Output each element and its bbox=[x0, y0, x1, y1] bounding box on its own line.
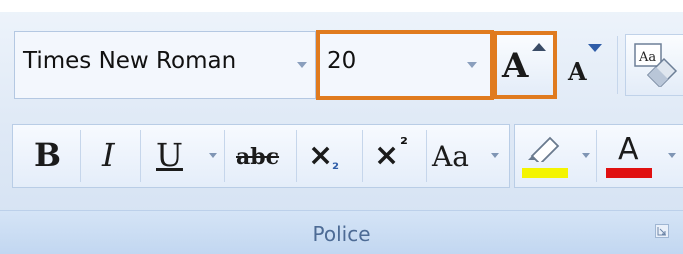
ribbon-top-band bbox=[0, 0, 683, 12]
italic-label: I bbox=[102, 136, 115, 174]
underline-label: U bbox=[156, 136, 183, 174]
format-divider-5 bbox=[362, 130, 363, 182]
font-name-value: Times New Roman bbox=[23, 48, 237, 74]
bold-button[interactable]: B bbox=[22, 130, 76, 182]
dialog-launcher-button[interactable] bbox=[655, 224, 669, 238]
shrink-font-caret bbox=[588, 44, 602, 52]
clear-formatting-button[interactable]: Aa bbox=[625, 34, 683, 96]
color-divider bbox=[596, 130, 597, 182]
clear-formatting-icon: Aa bbox=[634, 43, 678, 87]
format-divider-2 bbox=[140, 130, 141, 182]
shrink-font-button[interactable]: A bbox=[560, 33, 610, 97]
format-divider-4 bbox=[296, 130, 297, 182]
change-case-dropdown-arrow[interactable] bbox=[491, 153, 499, 158]
format-divider-3 bbox=[224, 130, 225, 182]
underline-button[interactable]: U bbox=[146, 130, 198, 182]
change-case-button[interactable]: Aa bbox=[430, 130, 486, 182]
strikethrough-icon: abc bbox=[236, 144, 280, 170]
change-case-icon: Aa bbox=[432, 140, 469, 173]
superscript-digit: ² bbox=[400, 134, 408, 155]
highlight-color-swatch bbox=[522, 168, 568, 178]
group-label: Police bbox=[312, 222, 371, 246]
grow-font-focus-outline bbox=[493, 31, 557, 99]
toolbar-divider bbox=[617, 36, 618, 94]
font-name-combo[interactable]: Times New Roman bbox=[14, 31, 316, 99]
dialog-launcher-icon bbox=[657, 227, 666, 236]
subscript-button[interactable]: × ₂ bbox=[300, 130, 356, 182]
font-name-dropdown-arrow[interactable] bbox=[297, 62, 307, 68]
superscript-button[interactable]: × ² bbox=[366, 130, 422, 182]
highlight-button[interactable] bbox=[518, 130, 570, 182]
font-size-focus-outline bbox=[316, 30, 494, 100]
subscript-icon: × bbox=[308, 138, 334, 173]
format-divider-6 bbox=[426, 130, 427, 182]
font-color-dropdown-arrow[interactable] bbox=[668, 153, 676, 158]
bold-label: B bbox=[34, 136, 62, 174]
format-divider-1 bbox=[80, 130, 81, 182]
svg-text:Aa: Aa bbox=[638, 50, 656, 65]
strikethrough-button[interactable]: abc bbox=[228, 130, 288, 182]
highlighter-icon bbox=[528, 136, 560, 162]
shrink-font-icon: A bbox=[568, 57, 587, 86]
highlight-dropdown-arrow[interactable] bbox=[582, 153, 590, 158]
font-color-icon: A bbox=[618, 132, 639, 167]
subscript-digit: ₂ bbox=[332, 154, 340, 173]
font-color-button[interactable]: A bbox=[602, 130, 658, 182]
italic-button[interactable]: I bbox=[84, 130, 134, 182]
font-color-swatch bbox=[606, 168, 652, 178]
underline-dropdown-arrow[interactable] bbox=[209, 153, 217, 158]
superscript-icon: × bbox=[374, 138, 400, 173]
